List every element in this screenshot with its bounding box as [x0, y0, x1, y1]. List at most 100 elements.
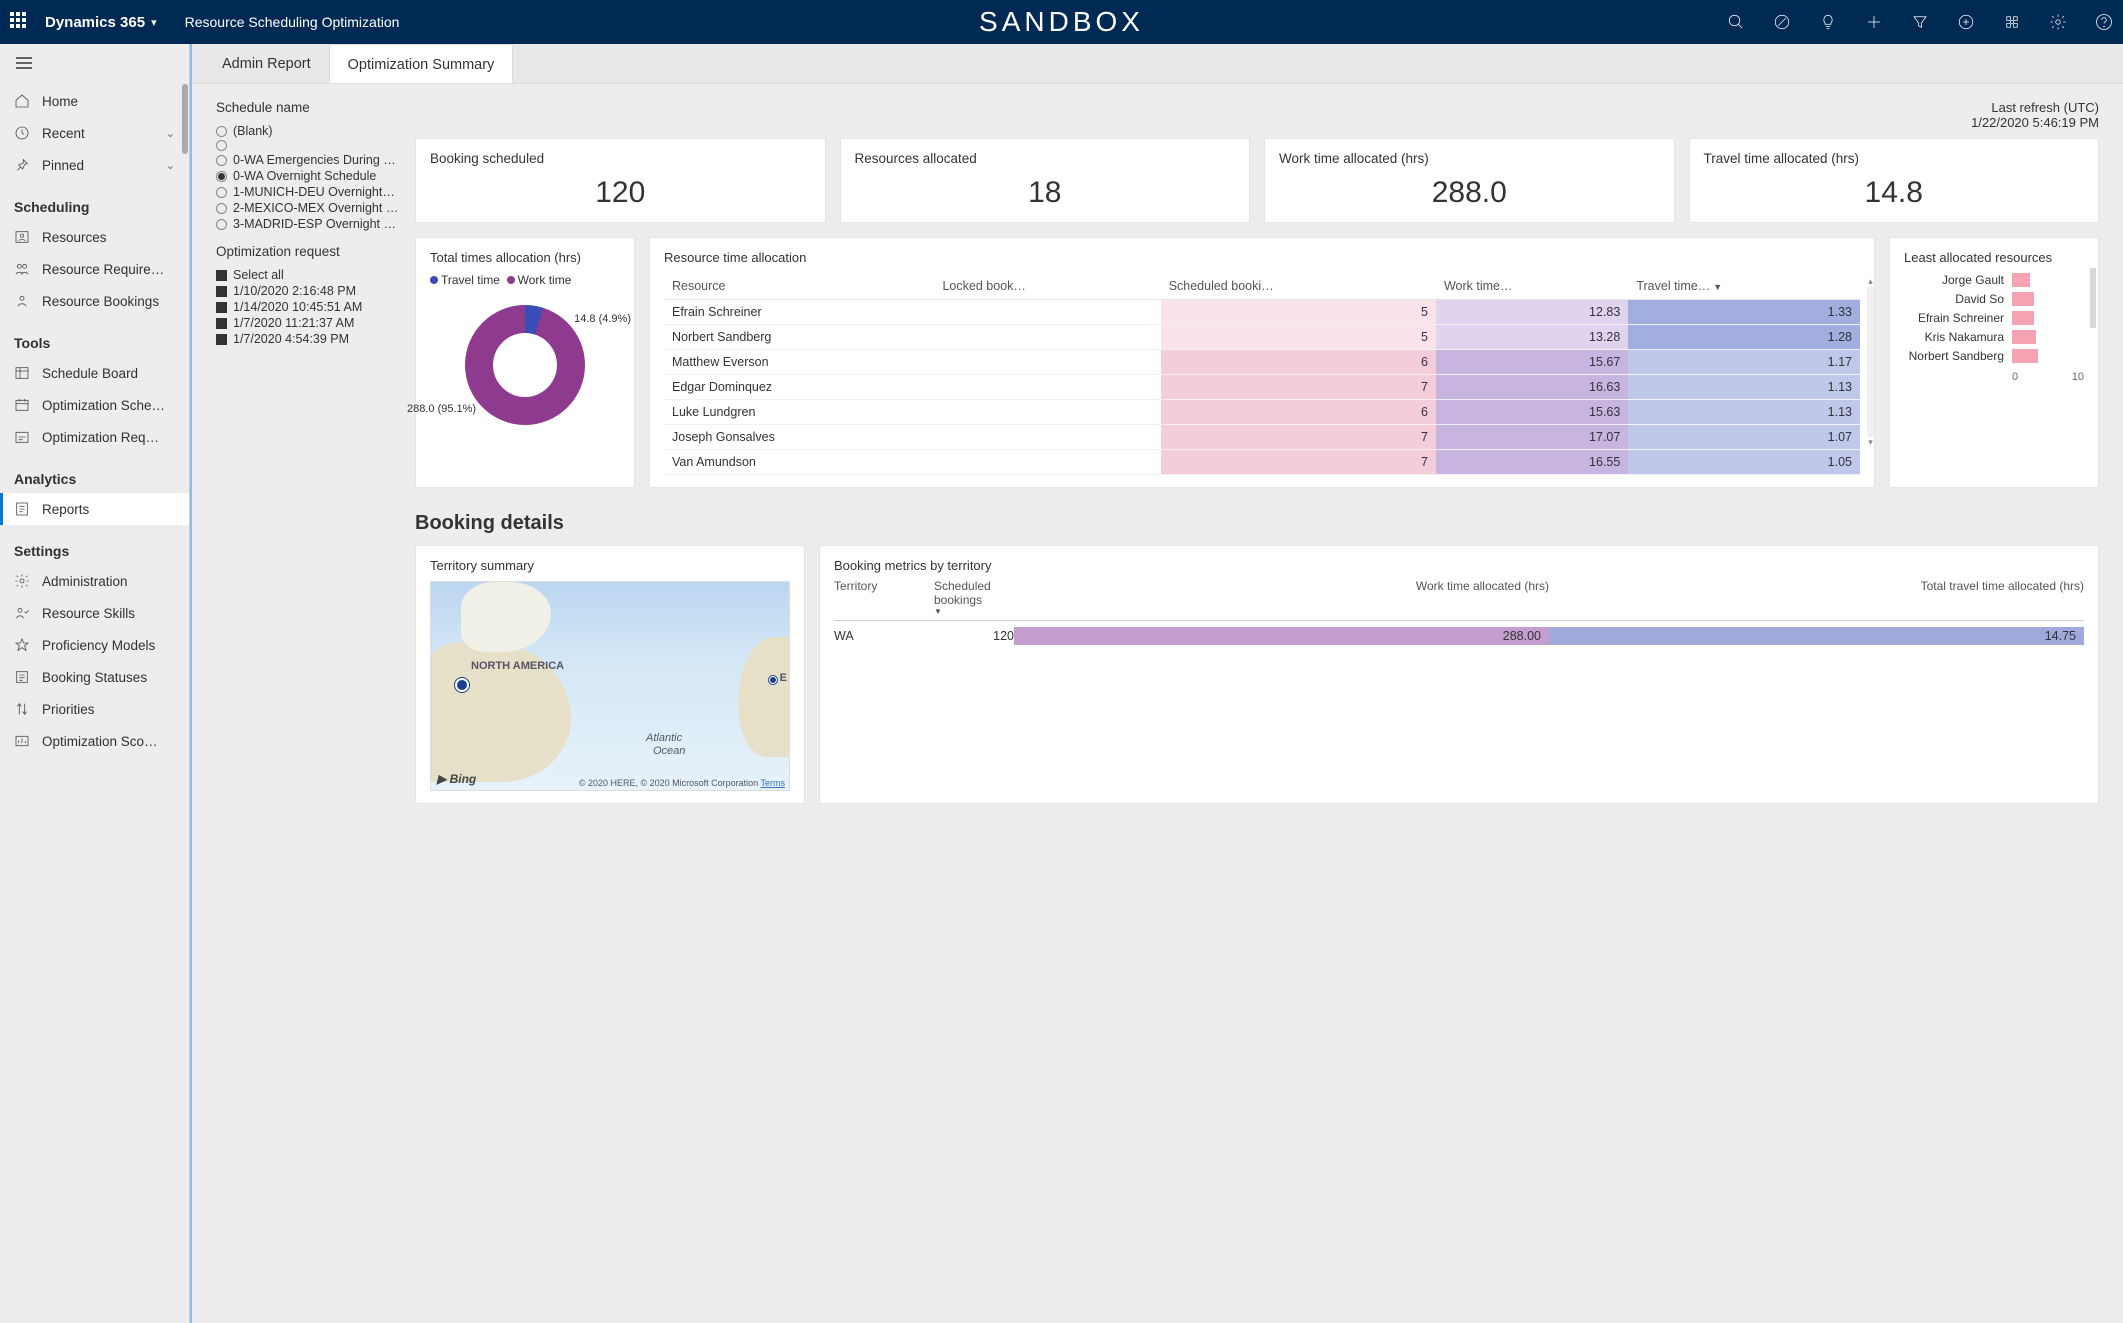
request-option-4[interactable]: 1/7/2020 4:54:39 PM: [216, 331, 401, 347]
alloc-row[interactable]: Norbert Sandberg 5 13.28 1.28: [664, 325, 1860, 350]
nav-item-proficiency-models[interactable]: Proficiency Models: [0, 629, 189, 661]
tab-admin-report[interactable]: Admin Report: [204, 44, 329, 83]
donut-chart[interactable]: [465, 305, 585, 425]
lightbulb-icon[interactable]: [1819, 13, 1837, 31]
schedule-option-3[interactable]: 0-WA Overnight Schedule: [216, 168, 401, 184]
booking-details-title: Booking details: [415, 512, 2099, 535]
bar-icon: [2012, 292, 2034, 306]
nav-item-schedule-board[interactable]: Schedule Board: [0, 357, 189, 389]
alloc-th-scheduled[interactable]: Scheduled booki…: [1161, 273, 1436, 300]
schedule-option-0[interactable]: (Blank): [216, 123, 401, 139]
least-axis-1: 10: [2072, 371, 2084, 383]
nav-scrollbar[interactable]: [182, 84, 188, 154]
least-row-3[interactable]: Kris Nakamura: [1904, 330, 2084, 344]
checkbox-icon: [216, 334, 227, 345]
metrics-title: Booking metrics by territory: [834, 558, 2084, 573]
request-option-3[interactable]: 1/7/2020 11:21:37 AM: [216, 315, 401, 331]
topbar: Dynamics 365 ▾ Resource Scheduling Optim…: [0, 0, 2123, 44]
nav-item-recent[interactable]: Recent⌄: [0, 117, 189, 149]
app-launcher-icon[interactable]: [10, 12, 30, 32]
add-circle-icon[interactable]: [1957, 13, 1975, 31]
tab-optimization-summary[interactable]: Optimization Summary: [329, 44, 514, 83]
schedule-option-5[interactable]: 2-MEXICO-MEX Overnight …: [216, 200, 401, 216]
chevron-down-icon[interactable]: ▾: [151, 16, 157, 29]
radio-icon: [216, 187, 227, 198]
alloc-th-work[interactable]: Work time…: [1436, 273, 1628, 300]
alloc-row[interactable]: Joseph Gonsalves 7 17.07 1.07: [664, 425, 1860, 450]
alloc-title: Resource time allocation: [664, 250, 1860, 265]
nav-item-booking-statuses[interactable]: Booking Statuses: [0, 661, 189, 693]
map-terms-link[interactable]: Terms: [761, 778, 786, 788]
least-scrollbar[interactable]: [2090, 268, 2096, 328]
nav-section-scheduling: Scheduling: [0, 181, 189, 221]
map-pin-wa[interactable]: [455, 678, 469, 692]
least-row-1[interactable]: David So: [1904, 292, 2084, 306]
request-option-2[interactable]: 1/14/2020 10:45:51 AM: [216, 299, 401, 315]
alloc-th-travel[interactable]: Travel time…▼: [1628, 273, 1860, 300]
plus-icon[interactable]: [1865, 13, 1883, 31]
bar-icon: [2012, 273, 2030, 287]
nav-toggle-button[interactable]: [0, 44, 189, 85]
target-icon[interactable]: [1773, 13, 1791, 31]
least-row-4[interactable]: Norbert Sandberg: [1904, 349, 2084, 363]
nav-section-analytics: Analytics: [0, 453, 189, 493]
nav-item-resource-skills[interactable]: Resource Skills: [0, 597, 189, 629]
content-area: Admin Report Optimization Summary Schedu…: [190, 44, 2123, 1323]
metrics-th-territory[interactable]: Territory: [834, 579, 934, 616]
schedule-option-6[interactable]: 3-MADRID-ESP Overnight …: [216, 216, 401, 232]
alloc-scrollbar[interactable]: ▴▾: [1867, 276, 1874, 448]
metrics-th-bookings[interactable]: Scheduled bookings▼: [934, 579, 1014, 616]
alloc-row[interactable]: Efrain Schreiner 5 12.83 1.33: [664, 300, 1860, 325]
least-title: Least allocated resources: [1904, 250, 2084, 265]
nav-item-administration[interactable]: Administration: [0, 565, 189, 597]
nav-item-resources[interactable]: Resources: [0, 221, 189, 253]
alloc-row[interactable]: Matthew Everson 6 15.67 1.17: [664, 350, 1860, 375]
request-option-1[interactable]: 1/10/2020 2:16:48 PM: [216, 283, 401, 299]
nav-item-optimization-sche-[interactable]: Optimization Sche…: [0, 389, 189, 421]
schedule-option-4[interactable]: 1-MUNICH-DEU Overnight…: [216, 184, 401, 200]
request-option-0[interactable]: Select all: [216, 267, 401, 283]
metrics-th-travel[interactable]: Total travel time allocated (hrs): [1549, 579, 2084, 616]
radio-icon: [216, 126, 227, 137]
filter-icon[interactable]: [1911, 13, 1929, 31]
schedule-option-2[interactable]: 0-WA Emergencies During …: [216, 152, 401, 168]
module-name: Resource Scheduling Optimization: [185, 14, 400, 30]
nav-item-resource-bookings[interactable]: Resource Bookings: [0, 285, 189, 317]
help-icon[interactable]: [2095, 13, 2113, 31]
checkbox-icon: [216, 286, 227, 297]
map-label-e: E: [780, 672, 787, 684]
nav-item-optimization-req-[interactable]: Optimization Req…: [0, 421, 189, 453]
nav-item-priorities[interactable]: Priorities: [0, 693, 189, 725]
nav-item-optimization-sco-[interactable]: Optimization Sco…: [0, 725, 189, 757]
radio-icon: [216, 155, 227, 166]
environment-badge: SANDBOX: [979, 6, 1144, 38]
gear-icon[interactable]: [2049, 13, 2067, 31]
metrics-th-work[interactable]: Work time allocated (hrs): [1014, 579, 1549, 616]
territory-map[interactable]: NORTH AMERICA Atlantic Ocean E ▶ Bing © …: [430, 581, 790, 791]
nav-item-home[interactable]: Home: [0, 85, 189, 117]
alloc-row[interactable]: Van Amundson 7 16.55 1.05: [664, 450, 1860, 475]
search-icon[interactable]: [1727, 13, 1745, 31]
least-row-2[interactable]: Efrain Schreiner: [1904, 311, 2084, 325]
nav-section-tools: Tools: [0, 317, 189, 357]
alloc-th-locked[interactable]: Locked book…: [934, 273, 1160, 300]
nav-item-reports[interactable]: Reports: [0, 493, 189, 525]
alloc-table: Resource Locked book… Scheduled booki… W…: [664, 273, 1860, 475]
metrics-travel-bar: 14.75: [1549, 627, 2084, 645]
least-row-0[interactable]: Jorge Gault: [1904, 273, 2084, 287]
chevron-down-icon: ⌄: [166, 127, 175, 140]
schedule-option-1[interactable]: [216, 139, 401, 152]
map-pin-eu[interactable]: [769, 676, 777, 684]
filters-panel: Schedule name (Blank)0-WA Emergencies Du…: [216, 100, 401, 804]
metrics-work-bar: 288.00: [1014, 627, 1549, 645]
alloc-row[interactable]: Luke Lundgren 6 15.63 1.13: [664, 400, 1860, 425]
alloc-th-resource[interactable]: Resource: [664, 273, 934, 300]
last-refresh-value: 1/22/2020 5:46:19 PM: [415, 115, 2099, 130]
puzzle-icon[interactable]: [2003, 13, 2021, 31]
donut-label-travel: 14.8 (4.9%): [574, 313, 631, 325]
alloc-row[interactable]: Edgar Dominquez 7 16.63 1.13: [664, 375, 1860, 400]
chevron-down-icon: ⌄: [166, 159, 175, 172]
nav-item-pinned[interactable]: Pinned⌄: [0, 149, 189, 181]
nav-item-resource-require-[interactable]: Resource Require…: [0, 253, 189, 285]
app-name[interactable]: Dynamics 365: [45, 14, 145, 31]
